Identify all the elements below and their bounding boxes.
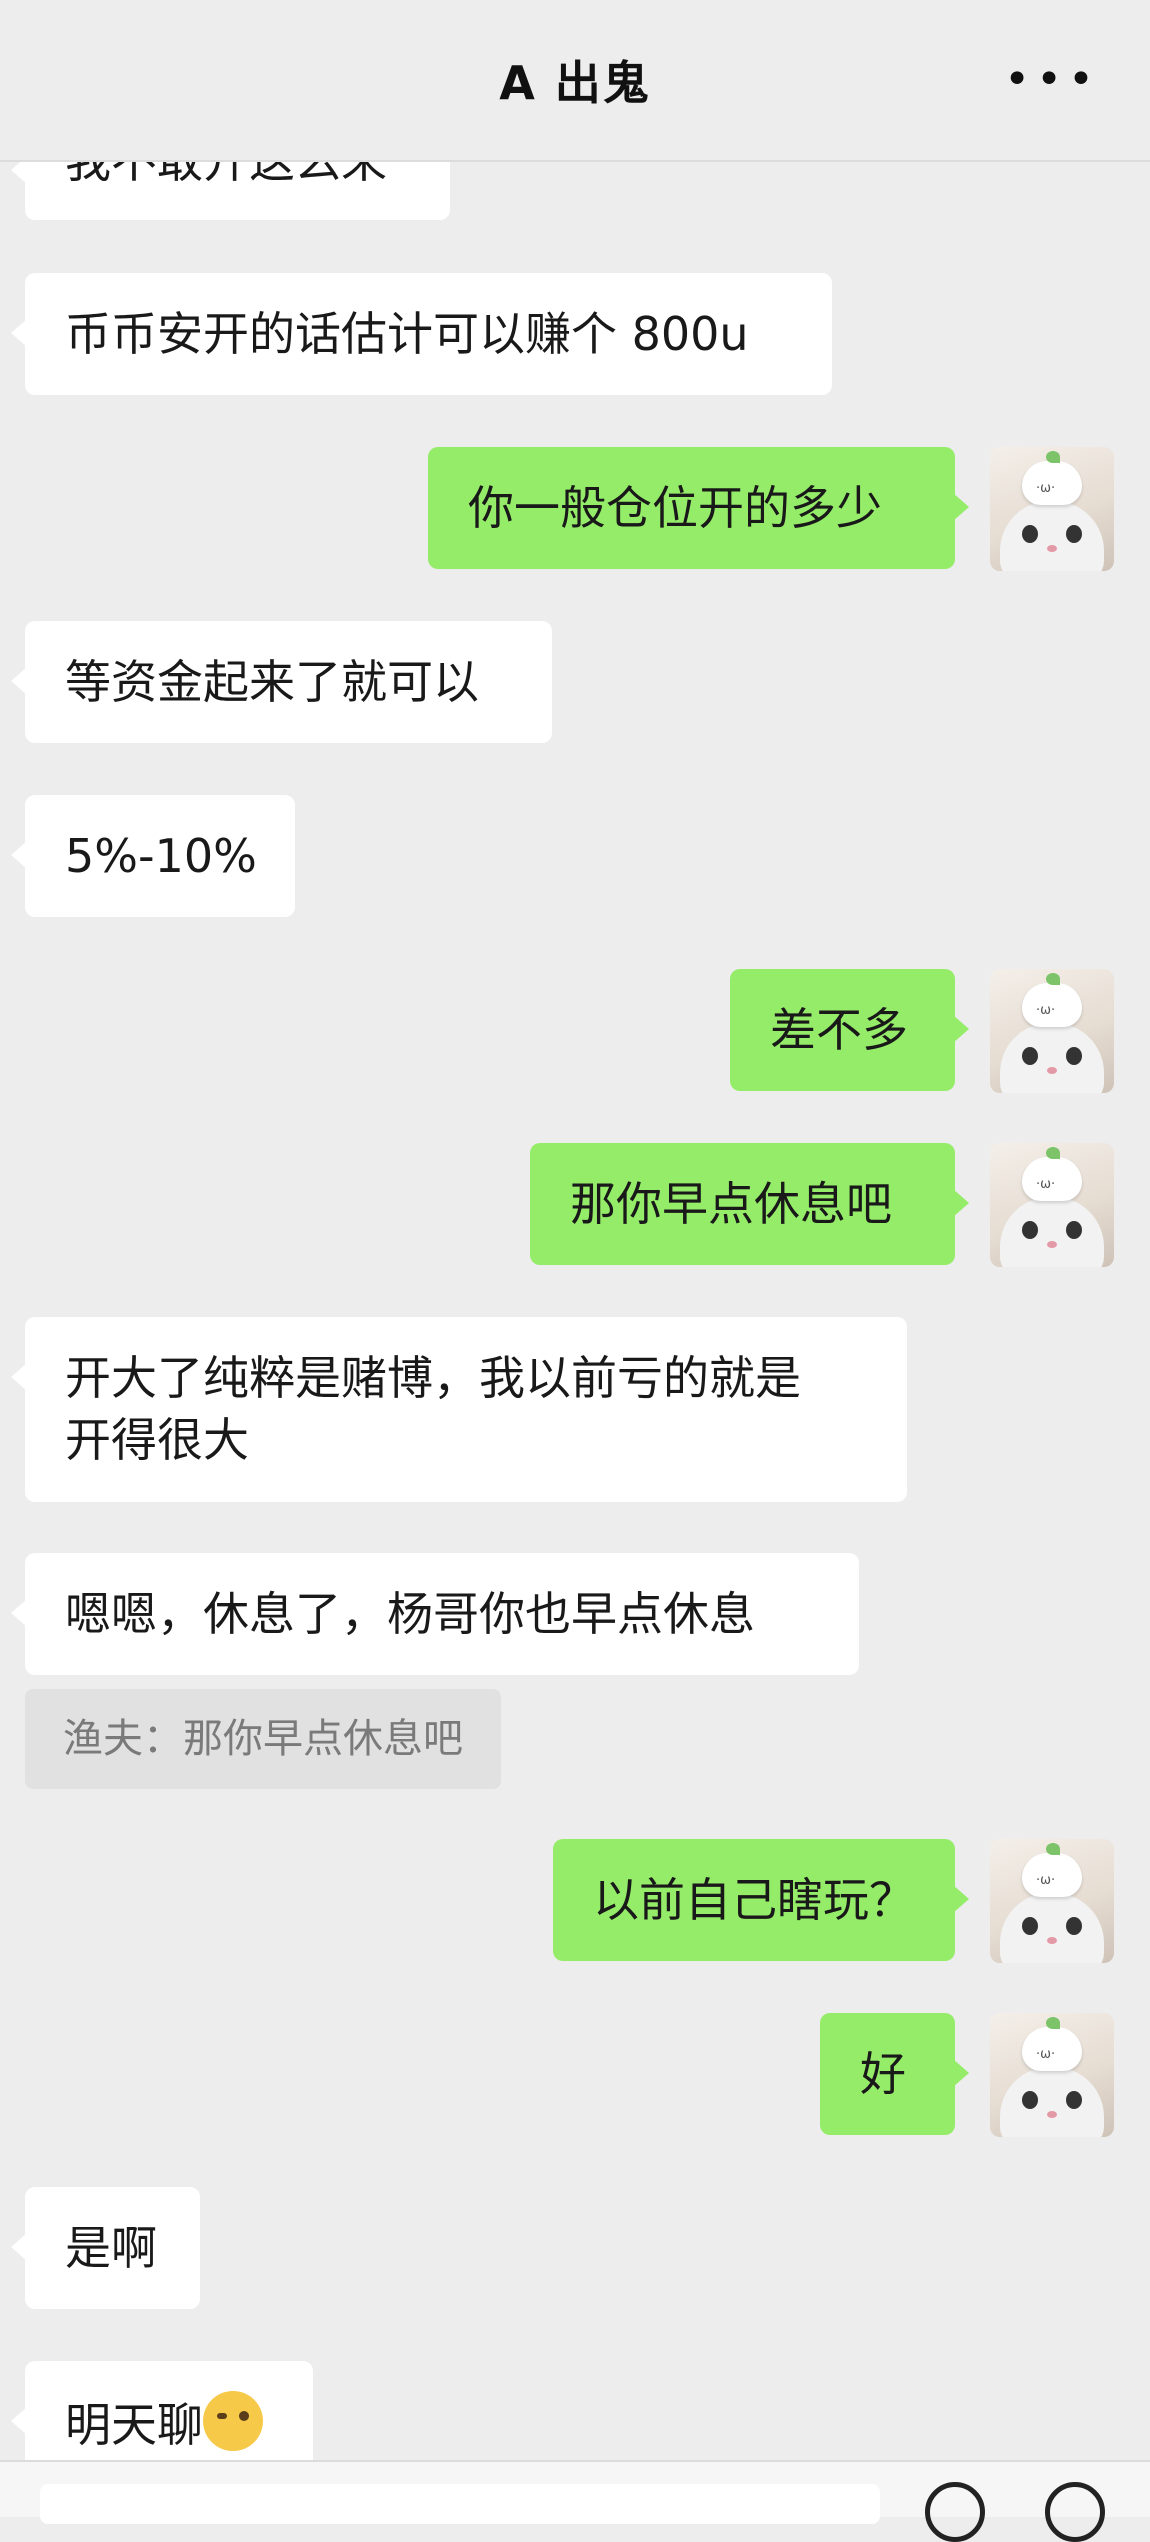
cat-avatar-icon — [1000, 501, 1104, 571]
message-text: 等资金起来了就可以 — [65, 655, 479, 709]
message-bubble[interactable]: 好 — [820, 2013, 969, 2135]
message-bubble[interactable]: 以前自己瞎玩？ — [553, 1839, 969, 1961]
cat-avatar-icon — [1000, 1893, 1104, 1963]
quote-text: 渔夫：那你早点休息吧 — [63, 1716, 463, 1762]
add-button-icon[interactable] — [1045, 2482, 1105, 2542]
chat-header: A 出鬼 ••• — [0, 0, 1150, 162]
more-options-icon[interactable]: ••• — [1004, 58, 1100, 102]
message-text: 差不多 — [770, 1003, 908, 1057]
message-bubble[interactable]: 开大了纯粹是赌博，我以前亏的就是 开得很大 — [11, 1317, 907, 1502]
avatar[interactable]: ·ω· — [990, 1839, 1114, 1963]
message-text: 你一般仓位开的多少 — [468, 481, 882, 535]
cat-avatar-icon — [1000, 1023, 1104, 1093]
message-bubble[interactable]: 嗯嗯，休息了，杨哥你也早点休息 — [11, 1553, 859, 1675]
message-text: 是啊 — [65, 2221, 157, 2275]
avatar[interactable]: ·ω· — [990, 447, 1114, 571]
message-text: 好 — [860, 2047, 906, 2101]
emoji-button-icon[interactable] — [925, 2482, 985, 2542]
input-bar — [0, 2460, 1150, 2542]
avatar[interactable]: ·ω· — [990, 1143, 1114, 1267]
message-text: 嗯嗯，休息了，杨哥你也早点休息 — [65, 1587, 755, 1641]
message-bubble[interactable]: 你一般仓位开的多少 — [428, 447, 969, 569]
thinking-emoji-icon — [203, 2391, 263, 2451]
message-list[interactable]: 我不敢开这么来 币币安开的话估计可以赚个 800u 你一般仓位开的多少 ·ω· … — [0, 0, 1150, 2460]
message-bubble[interactable]: 等资金起来了就可以 — [11, 621, 552, 743]
message-bubble[interactable]: 那你早点休息吧 — [530, 1143, 969, 1265]
message-bubble[interactable]: 币币安开的话估计可以赚个 800u — [11, 273, 832, 395]
message-input[interactable] — [40, 2484, 880, 2524]
message-text: 开大了纯粹是赌博，我以前亏的就是 开得很大 — [65, 1351, 801, 1467]
message-text: 明天聊 — [65, 2398, 203, 2452]
message-text: 币币安开的话估计可以赚个 800u — [65, 307, 749, 361]
message-text: 以前自己瞎玩？ — [593, 1873, 915, 1927]
message-bubble[interactable]: 差不多 — [730, 969, 969, 1091]
message-text: 那你早点休息吧 — [570, 1177, 892, 1231]
cat-avatar-icon — [1000, 1197, 1104, 1267]
cat-avatar-icon — [1000, 2067, 1104, 2137]
avatar[interactable]: ·ω· — [990, 969, 1114, 1093]
quoted-reply[interactable]: 渔夫：那你早点休息吧 — [25, 1689, 501, 1789]
message-bubble[interactable]: 明天聊 — [11, 2361, 313, 2460]
message-text: 5%-10% — [65, 829, 257, 883]
avatar[interactable]: ·ω· — [990, 2013, 1114, 2137]
message-bubble[interactable]: 是啊 — [11, 2187, 200, 2309]
chat-title: A 出鬼 — [499, 56, 651, 110]
message-bubble[interactable]: 5%-10% — [11, 795, 295, 917]
